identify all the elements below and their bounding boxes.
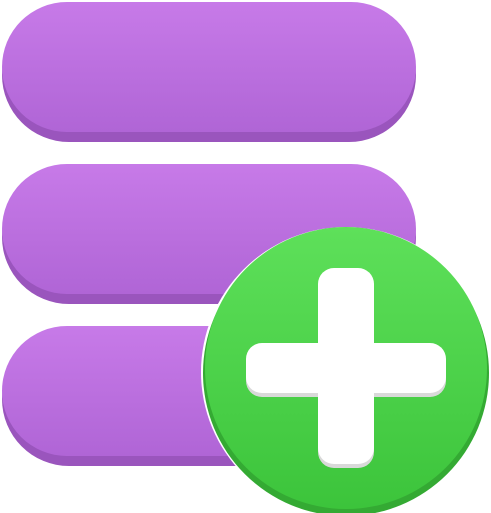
plus-badge xyxy=(201,227,491,513)
add-to-list-icon xyxy=(0,0,491,513)
list-bar-top xyxy=(2,2,416,142)
icon-canvas xyxy=(2,2,491,513)
